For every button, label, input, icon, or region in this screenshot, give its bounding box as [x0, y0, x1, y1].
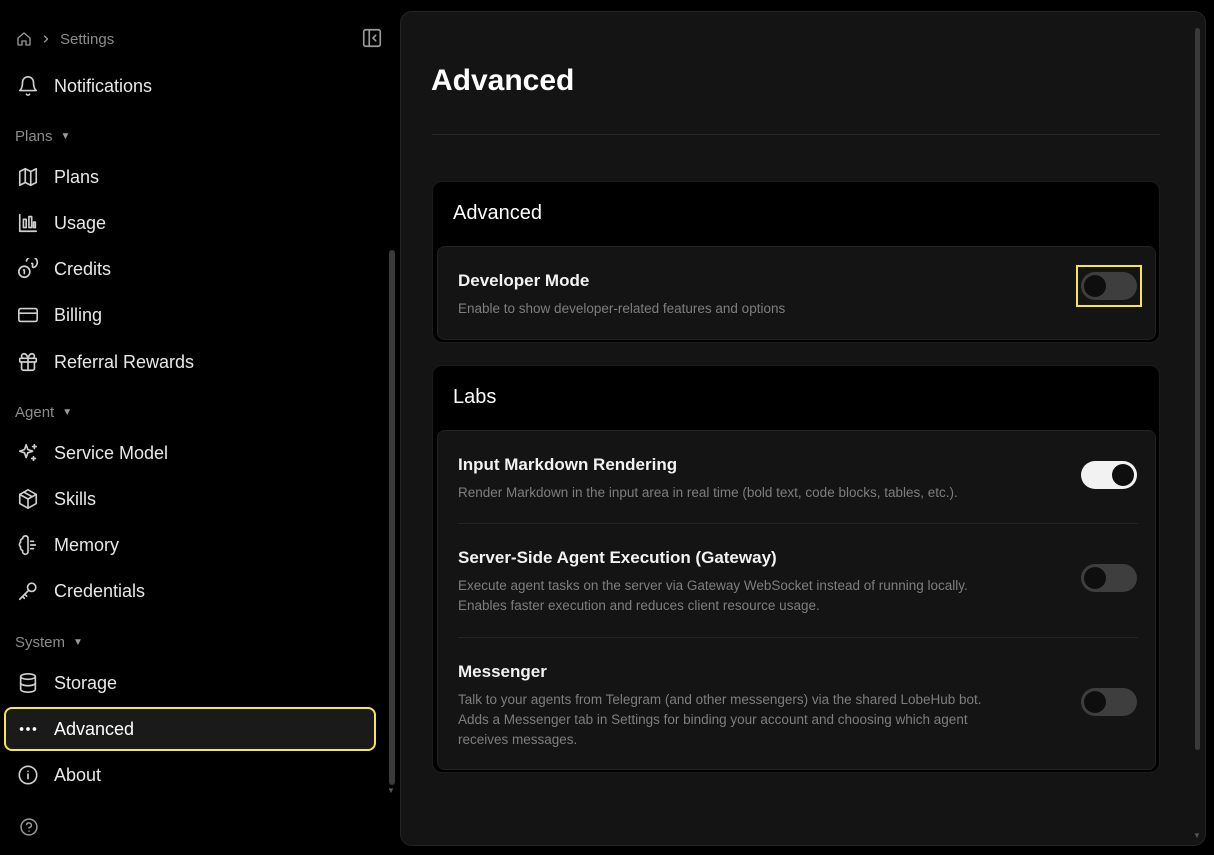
setting-title: Messenger — [458, 662, 547, 681]
sidebar-item-label: Referral Rewards — [54, 351, 195, 372]
scroll-down-arrow-icon[interactable]: ▼ — [1193, 831, 1201, 840]
section-labs: Labs Input Markdown Rendering Render Mar… — [432, 365, 1160, 773]
ellipsis-icon — [16, 717, 40, 741]
server-side-agent-execution-toggle[interactable] — [1081, 564, 1137, 592]
setting-description: Execute agent tasks on the server via Ga… — [458, 576, 1138, 616]
brain-icon — [16, 533, 40, 557]
sidebar-item-notifications[interactable]: Notifications — [6, 66, 374, 106]
sidebar-item-label: Credits — [54, 258, 112, 279]
setting-server-side-agent-execution: Server-Side Agent Execution (Gateway) Ex… — [458, 548, 1138, 616]
sidebar-item-credentials[interactable]: Credentials — [6, 571, 374, 611]
sidebar-item-label: Service Model — [54, 442, 169, 463]
setting-description-line: Adds a Messenger tab in Settings for bin… — [458, 712, 968, 727]
map-icon — [16, 165, 40, 189]
sidebar-item-advanced[interactable]: Advanced — [4, 707, 376, 751]
group-label-text: System — [15, 633, 66, 651]
messenger-toggle[interactable] — [1081, 688, 1137, 716]
sidebar-item-referral-rewards[interactable]: Referral Rewards — [6, 342, 374, 382]
row-divider — [458, 523, 1138, 524]
section-title: Advanced — [453, 202, 542, 224]
help-button[interactable] — [18, 816, 40, 838]
settings-sidebar: Settings Notifications Plans ▼ Plans Usa… — [0, 0, 400, 855]
sidebar-item-label: Billing — [54, 304, 103, 325]
credit-card-icon — [16, 303, 40, 327]
sidebar-item-service-model[interactable]: Service Model — [6, 433, 374, 473]
setting-description-line: receives messages. — [458, 732, 578, 747]
sidebar-item-about[interactable]: About — [6, 755, 374, 795]
sidebar-item-storage[interactable]: Storage — [6, 663, 374, 703]
group-label-plans[interactable]: Plans ▼ — [15, 126, 70, 146]
setting-description-line: Enables faster execution and reduces cli… — [458, 598, 820, 613]
section-advanced: Advanced Developer Mode Enable to show d… — [432, 181, 1160, 343]
sidebar-item-label: Skills — [54, 488, 97, 509]
sidebar-item-skills[interactable]: Skills — [6, 479, 374, 519]
section-title: Labs — [453, 386, 497, 408]
sidebar-item-label: Storage — [54, 672, 118, 693]
toggle-knob — [1112, 464, 1134, 486]
scroll-down-arrow-icon[interactable]: ▼ — [387, 786, 395, 795]
database-icon — [16, 671, 40, 695]
group-label-agent[interactable]: Agent ▼ — [15, 402, 72, 422]
panel-left-close-icon — [362, 28, 382, 48]
sidebar-item-label: Advanced — [54, 718, 135, 739]
content-scrollbar[interactable] — [1195, 28, 1200, 750]
setting-description: Enable to show developer-related feature… — [458, 301, 786, 316]
setting-input-markdown-rendering: Input Markdown Rendering Render Markdown… — [458, 455, 1138, 503]
setting-description: Render Markdown in the input area in rea… — [458, 485, 958, 500]
setting-description-line: Execute agent tasks on the server via Ga… — [458, 578, 968, 593]
sidebar-item-label: Memory — [54, 534, 120, 555]
toggle-knob — [1084, 567, 1106, 589]
sidebar-scrollbar[interactable] — [389, 250, 395, 785]
help-circle-icon — [20, 818, 38, 836]
sidebar-item-label: Notifications — [54, 75, 153, 96]
caret-down-icon: ▼ — [62, 406, 73, 418]
bell-icon — [16, 74, 40, 98]
box-icon — [16, 487, 40, 511]
sidebar-item-usage[interactable]: Usage — [6, 203, 374, 243]
row-divider — [458, 637, 1138, 638]
chevron-right-icon — [40, 33, 52, 45]
sidebar-item-label: Plans — [54, 166, 100, 187]
sidebar-item-label: About — [54, 764, 102, 785]
key-icon — [16, 579, 40, 603]
section-card: Developer Mode Enable to show developer-… — [437, 246, 1156, 340]
toggle-knob — [1084, 275, 1106, 297]
toggle-knob — [1084, 691, 1106, 713]
section-card: Input Markdown Rendering Render Markdown… — [437, 430, 1156, 770]
sidebar-item-credits[interactable]: Credits — [6, 249, 374, 289]
setting-title: Developer Mode — [458, 271, 590, 290]
sidebar-item-memory[interactable]: Memory — [6, 525, 374, 565]
setting-title: Server-Side Agent Execution (Gateway) — [458, 548, 777, 567]
sparkles-icon — [16, 441, 40, 465]
setting-description: Talk to your agents from Telegram (and o… — [458, 690, 1138, 750]
setting-description-line: Talk to your agents from Telegram (and o… — [458, 692, 982, 707]
coins-icon — [16, 257, 40, 281]
bar-chart-icon — [16, 211, 40, 235]
developer-mode-toggle[interactable] — [1081, 272, 1137, 300]
caret-down-icon: ▼ — [73, 636, 83, 648]
page-title: Advanced — [431, 64, 575, 97]
gift-icon — [16, 350, 40, 374]
info-icon — [16, 763, 40, 787]
group-label-system[interactable]: System ▼ — [15, 632, 83, 652]
settings-content-panel: Advanced Advanced Developer Mode Enable … — [400, 11, 1206, 846]
breadcrumb: Settings — [16, 28, 114, 50]
collapse-sidebar-button[interactable] — [361, 27, 383, 49]
input-markdown-rendering-toggle[interactable] — [1081, 461, 1137, 489]
group-label-text: Plans — [15, 127, 53, 145]
sidebar-item-billing[interactable]: Billing — [6, 295, 374, 335]
sidebar-item-label: Credentials — [54, 580, 146, 601]
setting-messenger: Messenger Talk to your agents from Teleg… — [458, 662, 1138, 750]
caret-down-icon: ▼ — [60, 130, 71, 142]
setting-title: Input Markdown Rendering — [458, 455, 678, 474]
title-divider — [432, 134, 1160, 135]
breadcrumb-label[interactable]: Settings — [60, 31, 114, 48]
group-label-text: Agent — [15, 403, 55, 421]
sidebar-item-label: Usage — [54, 212, 107, 233]
sidebar-item-plans[interactable]: Plans — [6, 157, 374, 197]
setting-developer-mode: Developer Mode Enable to show developer-… — [458, 271, 1138, 319]
home-icon[interactable] — [16, 31, 32, 47]
